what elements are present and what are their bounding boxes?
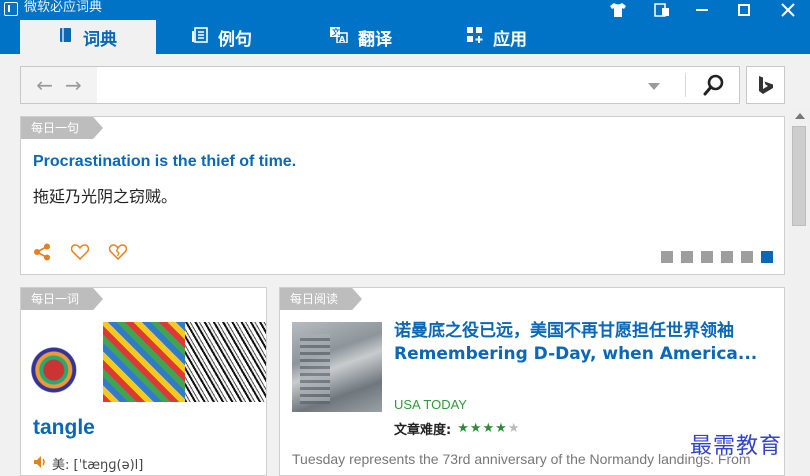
translate-icon: 文A xyxy=(330,26,348,48)
carousel-dot-active[interactable] xyxy=(761,251,773,263)
star-icon: ★ xyxy=(457,421,470,436)
carousel-dots xyxy=(661,251,773,263)
book-icon xyxy=(59,27,73,48)
phonetic-row: 美: [ˈtæŋɡ(ə)l] xyxy=(33,454,143,473)
reading-title-link[interactable]: 诺曼底之役已远，美国不再甘愿担任世界领袖 Remembering D-Day, … xyxy=(394,320,784,366)
word-image-strip[interactable] xyxy=(21,322,266,402)
tab-apps[interactable]: 应用 xyxy=(467,20,567,54)
tab-sentences[interactable]: 例句 xyxy=(192,20,292,54)
quote-chinese: 拖延乃光阴之窃贼。 xyxy=(33,187,178,206)
reading-thumbnail-image[interactable] xyxy=(292,322,382,412)
tab-label: 应用 xyxy=(493,29,527,50)
word-image-tangled-branches xyxy=(185,322,266,402)
star-icon: ★ xyxy=(469,421,483,436)
word-image-tangled-ball xyxy=(21,322,103,402)
search-button[interactable] xyxy=(689,67,739,103)
star-empty-icon: ★ xyxy=(507,421,521,436)
word-image-knotted-ropes xyxy=(103,322,185,402)
quote-actions xyxy=(33,243,128,265)
bing-button[interactable] xyxy=(746,66,785,104)
scroll-up-arrow-icon[interactable] xyxy=(795,113,805,119)
daily-word-headword[interactable]: tangle xyxy=(33,416,95,440)
broken-heart-icon[interactable] xyxy=(108,244,128,264)
carousel-dot[interactable] xyxy=(741,251,753,263)
apps-icon xyxy=(467,26,483,48)
difficulty-stars: ★★★★★ xyxy=(457,421,520,436)
title-bar: 微软必应词典 xyxy=(0,0,810,20)
sentences-icon xyxy=(192,26,208,48)
carousel-dot[interactable] xyxy=(661,251,673,263)
bing-logo-icon xyxy=(758,76,773,94)
main-tabs: 词典 例句 文A 翻译 应用 xyxy=(0,20,810,54)
quote-english[interactable]: Procrastination is the thief of time. xyxy=(33,153,296,171)
maximize-icon[interactable] xyxy=(726,0,762,20)
back-arrow-icon[interactable]: ← xyxy=(36,67,53,103)
svg-text:A: A xyxy=(339,35,346,43)
watermark-text: 最需教育 xyxy=(690,434,783,459)
search-icon xyxy=(703,74,724,96)
carousel-dot[interactable] xyxy=(701,251,713,263)
daily-word-ribbon: 每日一词 xyxy=(21,288,103,310)
carousel-dot[interactable] xyxy=(721,251,733,263)
tab-label: 翻译 xyxy=(358,29,392,50)
close-icon[interactable] xyxy=(766,0,810,20)
daily-reading-ribbon: 每日阅读 xyxy=(280,288,362,310)
bing-dict-logo-icon xyxy=(4,2,18,16)
forward-arrow-icon[interactable]: → xyxy=(65,67,82,103)
reading-source: USA TODAY xyxy=(394,397,467,412)
app-title: 微软必应词典 xyxy=(24,0,103,15)
history-nav: ← → xyxy=(21,67,97,103)
search-divider xyxy=(685,73,686,97)
phonetic-text: 美: [ˈtæŋɡ(ə)l] xyxy=(52,458,144,473)
history-dropdown-icon[interactable] xyxy=(648,83,660,90)
daily-sentence-ribbon: 每日一句 xyxy=(21,117,103,139)
vertical-scrollbar[interactable] xyxy=(790,108,810,476)
minimize-icon[interactable] xyxy=(684,0,720,20)
daily-word-card: 每日一词 tangle 美: [ˈtæŋɡ(ə)l] xyxy=(20,287,267,476)
search-bar: ← → xyxy=(20,66,740,104)
star-icon: ★ xyxy=(495,421,508,436)
mini-mode-icon[interactable] xyxy=(644,0,680,20)
search-input[interactable] xyxy=(101,71,651,99)
daily-sentence-card: 每日一句 Procrastination is the thief of tim… xyxy=(20,116,785,275)
difficulty-label: 文章难度: xyxy=(394,423,452,438)
tab-label: 词典 xyxy=(83,29,117,50)
tab-dictionary[interactable]: 词典 xyxy=(20,20,156,54)
reading-difficulty: 文章难度: ★★★★★ xyxy=(394,419,520,438)
speaker-icon[interactable] xyxy=(33,455,47,473)
tab-label: 例句 xyxy=(218,29,252,50)
skin-tshirt-icon[interactable] xyxy=(600,0,636,20)
scroll-thumb[interactable] xyxy=(792,126,806,226)
tab-translate[interactable]: 文A 翻译 xyxy=(330,20,430,54)
share-icon[interactable] xyxy=(33,243,51,265)
carousel-dot[interactable] xyxy=(681,251,693,263)
favorite-heart-icon[interactable] xyxy=(70,244,90,264)
star-icon: ★ xyxy=(482,421,496,436)
